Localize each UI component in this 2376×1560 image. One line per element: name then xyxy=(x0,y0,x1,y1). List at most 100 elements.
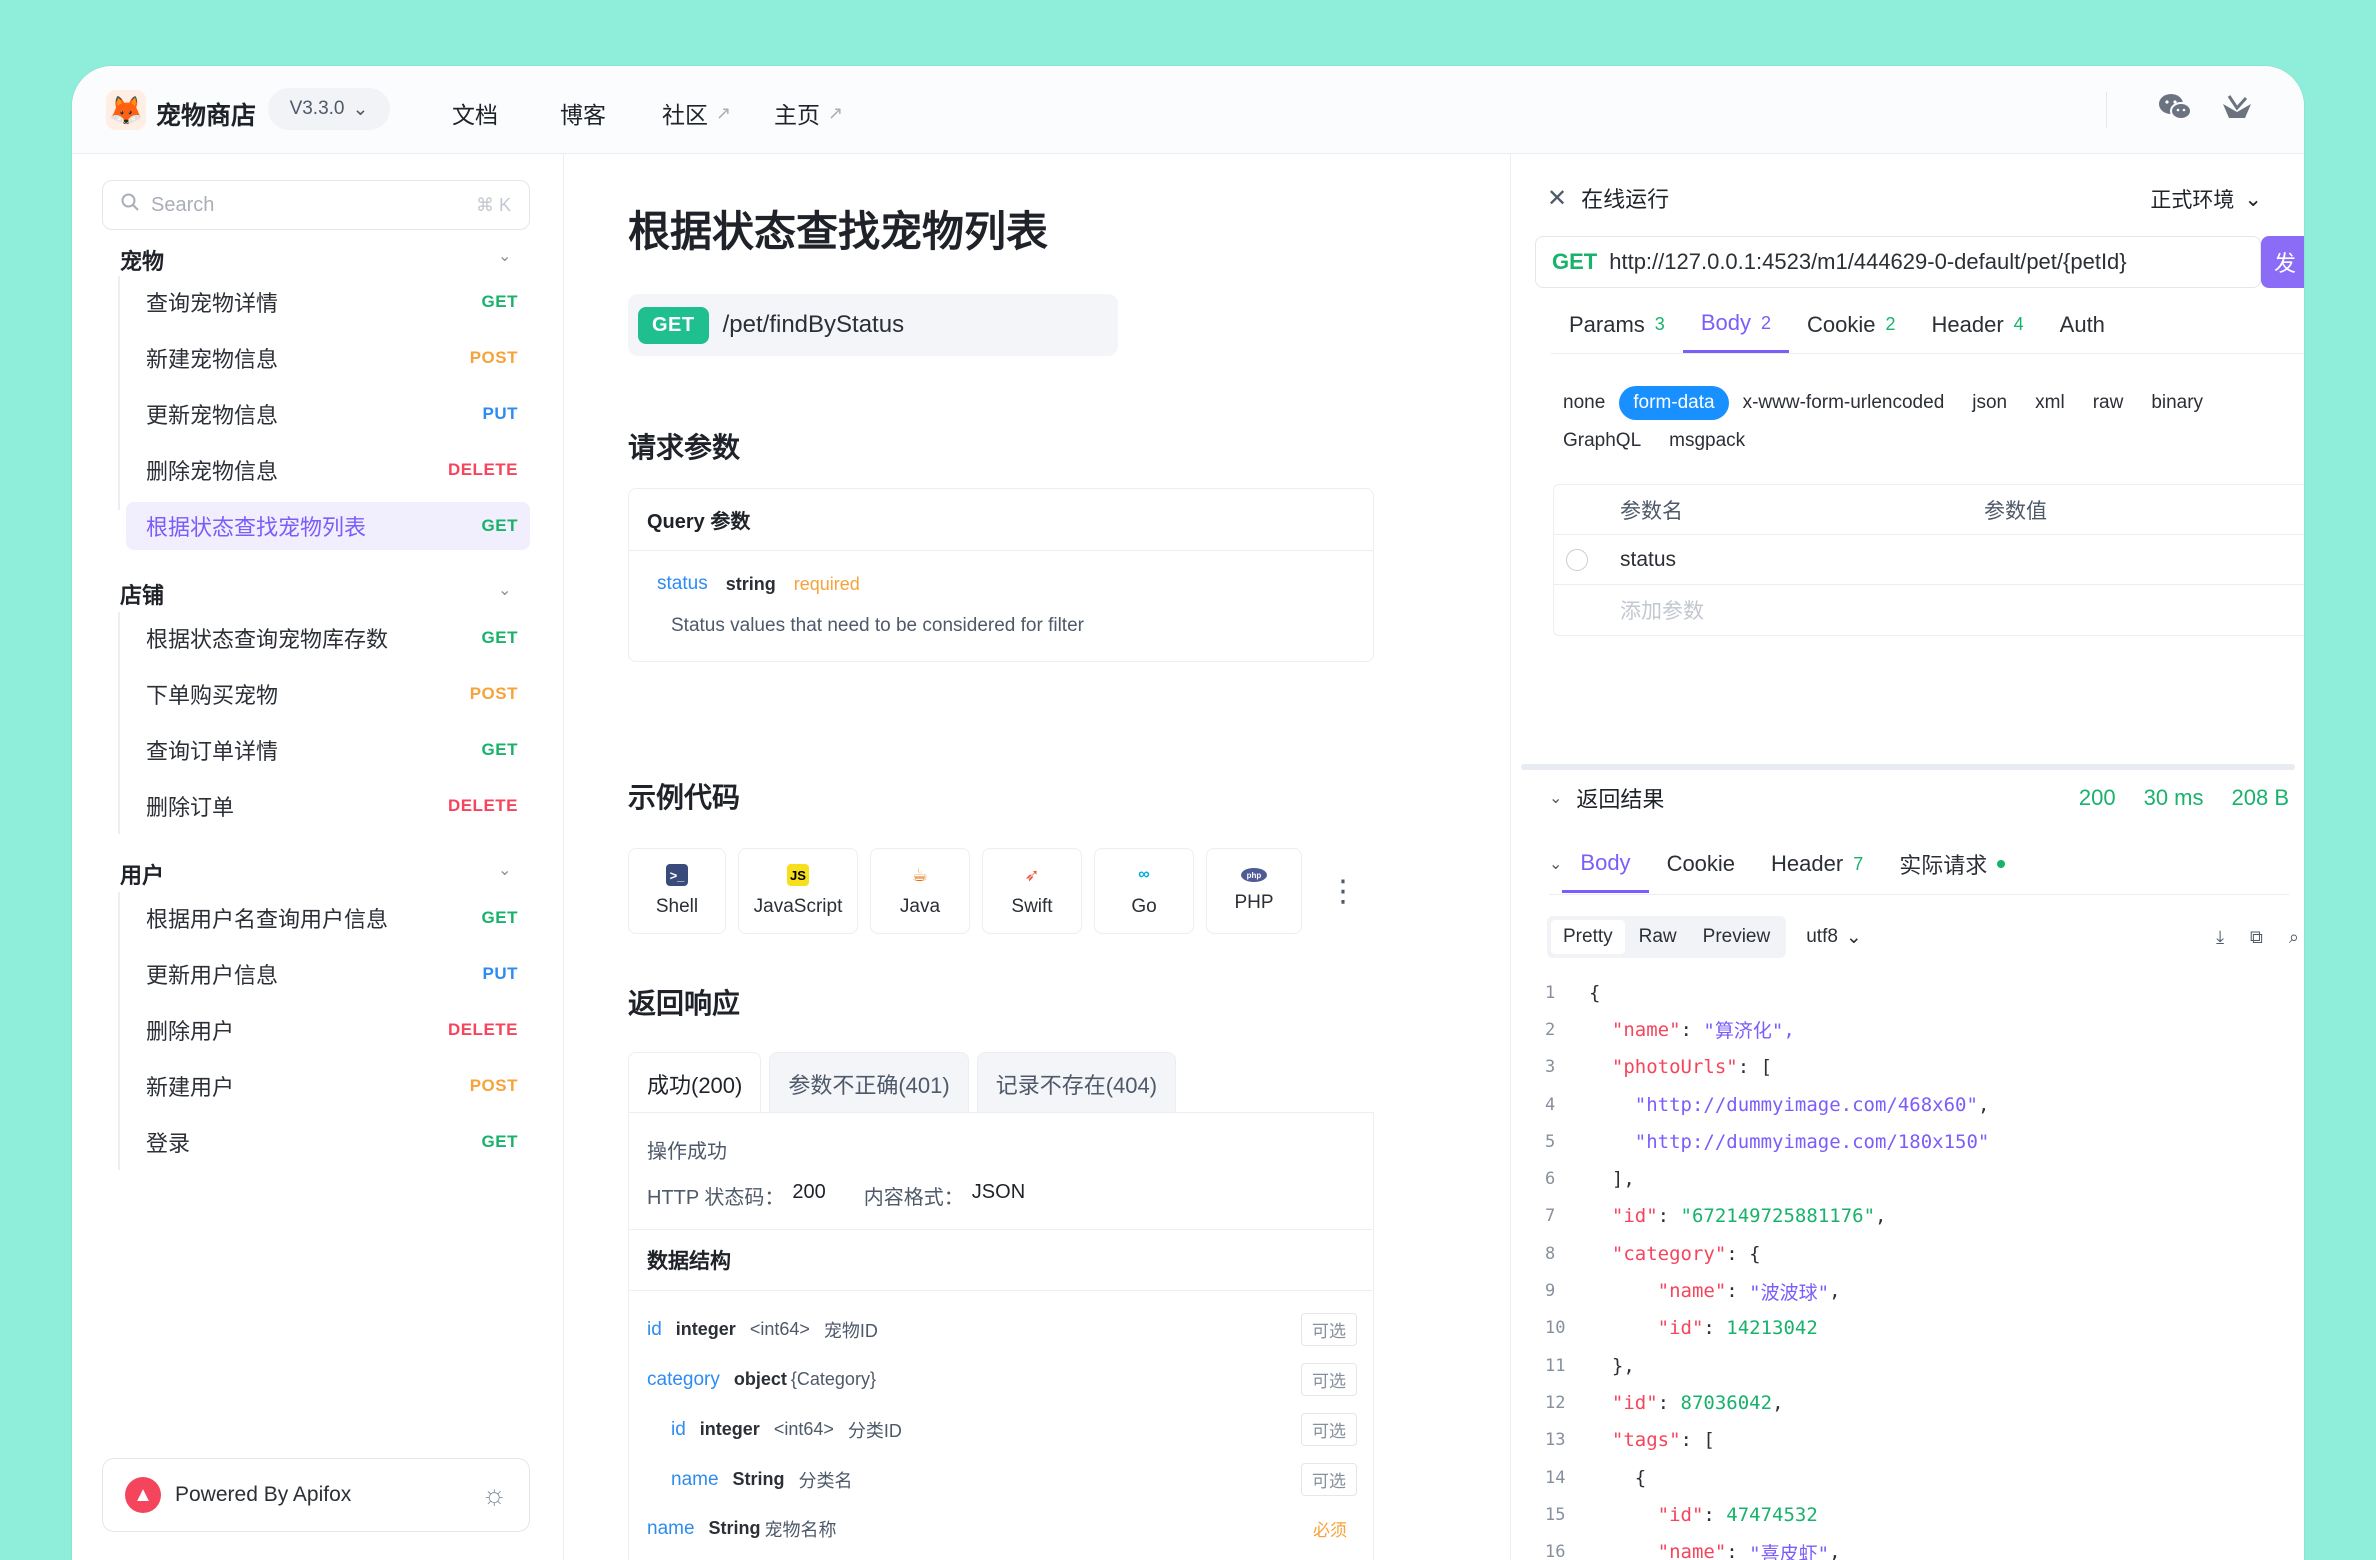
boat-icon[interactable] xyxy=(2220,92,2254,129)
chevron-down-icon[interactable]: ⌄ xyxy=(498,246,511,266)
sidebar-item[interactable]: 删除订单 DELETE xyxy=(126,782,530,830)
body-type-urlencoded[interactable]: x-www-form-urlencoded xyxy=(1743,392,1945,414)
sidebar-item[interactable]: 查询宠物详情 GET xyxy=(126,278,530,326)
sidebar-item[interactable]: 新建宠物信息 POST xyxy=(126,334,530,382)
copy-icon[interactable]: ⧉ xyxy=(2250,927,2263,948)
url-input[interactable]: GET http://127.0.0.1:4523/m1/444629-0-de… xyxy=(1535,236,2261,288)
more-icon[interactable]: ⋮ xyxy=(1328,874,1358,909)
encoding-select[interactable]: utf8 ⌄ xyxy=(1806,926,1862,949)
method-badge: GET xyxy=(481,908,518,927)
tab-response-header[interactable]: Header 7 xyxy=(1753,851,1881,891)
lang-javascript[interactable]: JS JavaScript xyxy=(738,848,858,934)
wechat-icon[interactable] xyxy=(2158,92,2192,129)
chevron-down-icon[interactable]: ⌄ xyxy=(498,580,511,600)
tab-header[interactable]: Header 4 xyxy=(1913,304,2041,353)
add-param-input[interactable]: 添加参数 xyxy=(1620,595,1704,625)
schema-field-nested[interactable]: name String 分类名 可选 xyxy=(671,1463,1357,1496)
response-code-viewer[interactable]: 1{2 "name": "算济化", 3 "photoUrls": [4 "htt… xyxy=(1545,974,2304,1560)
body-type-form-data[interactable]: form-data xyxy=(1619,386,1729,420)
search-icon[interactable]: ⌕ xyxy=(2289,927,2299,948)
lang-php[interactable]: php PHP xyxy=(1206,848,1302,934)
sidebar-item[interactable]: 删除宠物信息 DELETE xyxy=(126,446,530,494)
code-token: "id" xyxy=(1611,1391,1658,1414)
nav-home[interactable]: 主页 ↗ xyxy=(774,96,843,130)
body-type-graphql[interactable]: GraphQL xyxy=(1563,430,1641,452)
col-param-value: 参数值 xyxy=(1984,499,2047,523)
toolbar-icons: ⤓ ⧉ ⌕ xyxy=(2216,927,2299,948)
view-preview[interactable]: Preview xyxy=(1691,920,1783,954)
sidebar-item-active[interactable]: 根据状态查找宠物列表 GET xyxy=(126,502,530,550)
tab-200[interactable]: 成功(200) xyxy=(628,1052,762,1114)
environment-select[interactable]: 正式环境 ⌄ xyxy=(2150,184,2262,214)
powered-by-footer[interactable]: ▲ Powered By Apifox ☼ xyxy=(102,1458,530,1532)
code-line: 12 "id": 87036042, xyxy=(1545,1384,2304,1421)
body-type-raw[interactable]: raw xyxy=(2093,392,2124,414)
chevron-down-icon[interactable]: ⌄ xyxy=(1549,854,1562,888)
body-type-xml[interactable]: xml xyxy=(2035,392,2065,414)
view-pretty[interactable]: Pretty xyxy=(1551,920,1625,954)
group-store[interactable]: 店铺 xyxy=(120,578,164,610)
nav-blog[interactable]: 博客 xyxy=(560,96,606,130)
body-type-none[interactable]: none xyxy=(1563,392,1605,414)
sidebar-item[interactable]: 查询订单详情 GET xyxy=(126,726,530,774)
table-row[interactable]: status xyxy=(1554,535,2304,585)
app-title[interactable]: 宠物商店 xyxy=(156,96,256,132)
row-checkbox[interactable] xyxy=(1566,548,1588,571)
tab-response-cookie[interactable]: Cookie xyxy=(1649,851,1753,891)
send-button[interactable]: 发 送 xyxy=(2261,236,2304,288)
close-icon[interactable]: ✕ xyxy=(1547,184,1567,213)
tab-cookie[interactable]: Cookie 2 xyxy=(1789,304,1914,353)
sidebar-item-label: 新建宠物信息 xyxy=(146,347,279,372)
download-icon[interactable]: ⤓ xyxy=(2216,927,2224,948)
tab-404[interactable]: 记录不存在(404) xyxy=(976,1052,1177,1114)
nav-docs[interactable]: 文档 xyxy=(452,96,498,130)
method-select[interactable]: GET xyxy=(1552,249,1597,275)
chevron-down-icon[interactable]: ⌄ xyxy=(1549,788,1562,808)
sidebar-item-label: 删除宠物信息 xyxy=(146,459,279,484)
tab-response-body[interactable]: Body xyxy=(1562,850,1649,893)
body-type-binary[interactable]: binary xyxy=(2151,392,2203,414)
group-users[interactable]: 用户 xyxy=(120,858,164,890)
tab-401[interactable]: 参数不正确(401) xyxy=(769,1052,969,1114)
sidebar-item[interactable]: 新建用户 POST xyxy=(126,1062,530,1110)
method-badge: DELETE xyxy=(447,1020,518,1039)
sidebar-item[interactable]: 更新宠物信息 PUT xyxy=(126,390,530,438)
body-type-msgpack[interactable]: msgpack xyxy=(1669,430,1745,452)
sidebar-item[interactable]: 根据用户名查询用户信息 GET xyxy=(126,894,530,942)
tab-params[interactable]: Params 3 xyxy=(1551,304,1683,353)
lang-swift[interactable]: ➶ Swift xyxy=(982,848,1082,934)
body-type-json[interactable]: json xyxy=(1972,392,2007,414)
add-param-row[interactable]: 添加参数 xyxy=(1554,585,2304,635)
view-raw[interactable]: Raw xyxy=(1627,920,1689,954)
schema-field[interactable]: id integer <int64> 宠物ID 可选 xyxy=(647,1313,1357,1346)
tab-actual-request[interactable]: 实际请求 xyxy=(1881,848,2023,894)
lang-shell[interactable]: >_ Shell xyxy=(628,848,726,934)
lang-java[interactable]: ☕ Java xyxy=(870,848,970,934)
nav-community[interactable]: 社区 ↗ xyxy=(662,96,731,130)
code-token: "喜皮虾" xyxy=(1749,1542,1830,1560)
tab-body[interactable]: Body 2 xyxy=(1682,304,1789,353)
sidebar-item[interactable]: 删除用户 DELETE xyxy=(126,1006,530,1054)
sun-icon[interactable]: ☼ xyxy=(481,1479,507,1511)
resize-handle[interactable] xyxy=(1521,764,2295,770)
tab-auth[interactable]: Auth xyxy=(2042,304,2123,353)
chevron-down-icon[interactable]: ⌄ xyxy=(498,860,511,880)
line-number: 8 xyxy=(1545,1243,1556,1264)
endpoint-bar[interactable]: GET /pet/findByStatus xyxy=(628,294,1118,356)
code-token: "波波球" xyxy=(1749,1281,1830,1304)
fox-logo-icon[interactable]: 🦊 xyxy=(106,90,146,130)
lang-go[interactable]: ∞ Go xyxy=(1094,848,1194,934)
version-select[interactable]: V3.3.0 ⌄ xyxy=(268,88,390,130)
schema-field[interactable]: category object {Category} 可选 xyxy=(647,1363,1357,1396)
schema-field-nested[interactable]: id integer <int64> 分类ID 可选 xyxy=(671,1413,1357,1446)
sidebar-item[interactable]: 登录 GET xyxy=(126,1118,530,1166)
sidebar-item[interactable]: 更新用户信息 PUT xyxy=(126,950,530,998)
sidebar-item[interactable]: 根据状态查询宠物库存数 GET xyxy=(126,614,530,662)
search-input[interactable]: Search ⌘ K xyxy=(102,180,530,230)
sidebar-item[interactable]: 下单购买宠物 POST xyxy=(126,670,530,718)
code-token: "672149725881176" xyxy=(1680,1205,1876,1228)
schema-field[interactable]: name String 宠物名称 必须 xyxy=(647,1513,1357,1544)
group-pets[interactable]: 宠物 xyxy=(120,244,164,276)
param-name-cell[interactable]: status xyxy=(1620,548,1676,572)
